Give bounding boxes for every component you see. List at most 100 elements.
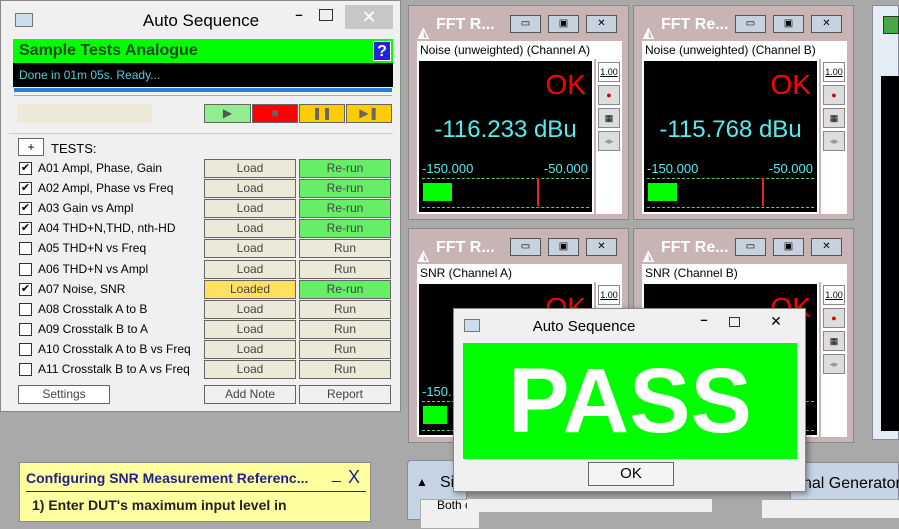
pause-button[interactable]: ❚❚	[299, 104, 345, 123]
load-button[interactable]: Load	[204, 199, 296, 219]
load-button[interactable]: Load	[204, 339, 296, 359]
divider	[9, 133, 393, 134]
run-button[interactable]: Run	[299, 339, 391, 359]
run-button[interactable]: Re-run	[299, 179, 391, 199]
play-button[interactable]: ▶	[204, 104, 251, 123]
close-button[interactable]: ✕	[766, 313, 786, 330]
restore-button[interactable]: ▣	[773, 238, 804, 256]
dialog-title: Auto Sequence	[532, 318, 636, 335]
test-checkbox[interactable]: ✔	[19, 202, 32, 216]
load-button[interactable]: Load	[204, 259, 296, 279]
run-button[interactable]: Run	[299, 299, 391, 319]
test-row: A05 THD+N vs Freq Load Run	[17, 238, 393, 259]
load-button[interactable]: Loaded	[204, 279, 296, 299]
test-name: A11 Crosstalk B to A vs Freq	[38, 362, 190, 376]
test-name: A07 Noise, SNR	[38, 281, 126, 296]
test-checkbox[interactable]	[19, 363, 32, 376]
level-bar	[648, 183, 677, 201]
help-close[interactable]: X	[348, 467, 360, 488]
close-button[interactable]: ✕	[811, 15, 842, 33]
alarm-icon[interactable]: ●	[823, 85, 845, 105]
decimal-icon[interactable]: 1.00	[823, 62, 845, 82]
test-checkbox[interactable]	[19, 302, 32, 316]
minimize-button[interactable]: ▭	[510, 15, 541, 33]
test-checkbox[interactable]: ✔	[19, 182, 32, 196]
maximize-button[interactable]	[319, 9, 333, 21]
alarm-icon[interactable]: ●	[598, 85, 620, 105]
side-toolbar: 1.00 ● ▦ ◂▸	[821, 59, 847, 214]
test-row: A09 Crosstalk B to A Load Run	[17, 319, 393, 339]
test-row: A11 Crosstalk B to A vs Freq Load Run	[17, 359, 393, 379]
run-button[interactable]: Run	[299, 319, 391, 339]
test-name: A05 THD+N vs Freq	[38, 241, 147, 256]
ok-button[interactable]: OK	[588, 462, 674, 486]
load-button[interactable]: Load	[204, 179, 296, 199]
expand-button[interactable]: +	[18, 138, 44, 156]
help-button[interactable]: ?	[373, 41, 391, 61]
test-name: A04 THD+N,THD, nth-HD	[38, 221, 176, 236]
tests-label: TESTS:	[51, 141, 97, 156]
run-button[interactable]: Run	[299, 360, 391, 379]
close-button[interactable]: ✕	[345, 5, 393, 29]
stop-button[interactable]: ■	[252, 104, 298, 123]
load-button[interactable]: Load	[204, 219, 296, 239]
add-note-button[interactable]: Add Note	[204, 385, 296, 404]
arrows-icon[interactable]: ◂▸	[598, 131, 620, 151]
test-name: A02 Ampl, Phase vs Freq	[38, 181, 174, 196]
test-checkbox[interactable]	[19, 322, 32, 336]
arrows-icon[interactable]: ◂▸	[823, 131, 845, 151]
minimize-button[interactable]: –	[289, 7, 309, 22]
run-button[interactable]: Run	[299, 239, 391, 259]
run-button[interactable]: Re-run	[299, 159, 391, 178]
progress-bar	[14, 88, 392, 92]
test-checkbox[interactable]	[19, 242, 32, 256]
alarm-icon[interactable]: ●	[823, 308, 845, 328]
edit-table-icon[interactable]: ▦	[823, 331, 845, 351]
measurement-label: Noise (unweighted) (Channel B)	[642, 41, 847, 59]
scale-max: -50.000	[768, 161, 813, 176]
load-button[interactable]: Load	[204, 159, 296, 178]
load-button[interactable]: Load	[204, 239, 296, 259]
run-button[interactable]: Run	[299, 259, 391, 279]
minimize-button[interactable]: ▭	[510, 238, 541, 256]
load-button[interactable]: Load	[204, 360, 296, 379]
minimize-button[interactable]: –	[694, 312, 714, 327]
test-checkbox[interactable]: ✔	[19, 282, 32, 296]
run-button[interactable]: Re-run	[299, 279, 391, 299]
load-button[interactable]: Load	[204, 299, 296, 319]
test-checkbox[interactable]	[19, 262, 32, 276]
restore-button[interactable]: ▣	[548, 15, 579, 33]
test-row: ✔ A04 THD+N,THD, nth-HD Load Re-run	[17, 218, 393, 239]
divider	[26, 491, 366, 492]
settings-button[interactable]: Settings	[18, 385, 110, 404]
auto-sequence-window: Auto Sequence – ✕ Sample Tests Analogue …	[0, 0, 401, 412]
test-checkbox[interactable]	[19, 342, 32, 356]
run-button[interactable]: Re-run	[299, 219, 391, 239]
minimize-button[interactable]: ▭	[735, 15, 766, 33]
test-name: A09 Crosstalk B to A	[38, 321, 149, 336]
run-button[interactable]: Re-run	[299, 199, 391, 219]
close-button[interactable]: ✕	[586, 15, 617, 33]
load-button[interactable]: Load	[204, 319, 296, 339]
fft-title: FFT R...	[436, 16, 495, 33]
arrows-icon[interactable]: ◂▸	[823, 354, 845, 374]
decimal-icon[interactable]: 1.00	[598, 62, 620, 82]
restore-button[interactable]: ▣	[773, 15, 804, 33]
maximize-button[interactable]	[729, 317, 740, 327]
report-button[interactable]: Report	[299, 385, 391, 404]
edit-table-icon[interactable]: ▦	[823, 108, 845, 128]
decimal-icon[interactable]: 1.00	[598, 285, 620, 305]
test-row: A08 Crosstalk A to B Load Run	[17, 299, 393, 319]
edit-table-icon[interactable]: ▦	[598, 108, 620, 128]
fft-result-window: ◭ FFT R... ▭ ▣ ✕ Noise (unweighted) (Chan…	[408, 5, 629, 220]
test-checkbox[interactable]: ✔	[19, 162, 32, 175]
step-button[interactable]: ▶❚	[346, 104, 392, 123]
test-checkbox[interactable]: ✔	[19, 222, 32, 236]
close-button[interactable]: ✕	[586, 238, 617, 256]
pass-banner: PASS	[463, 343, 797, 459]
minimize-button[interactable]: ▭	[735, 238, 766, 256]
close-button[interactable]: ✕	[811, 238, 842, 256]
decimal-icon[interactable]: 1.00	[823, 285, 845, 305]
restore-button[interactable]: ▣	[548, 238, 579, 256]
help-minimize[interactable]: _	[332, 466, 341, 484]
